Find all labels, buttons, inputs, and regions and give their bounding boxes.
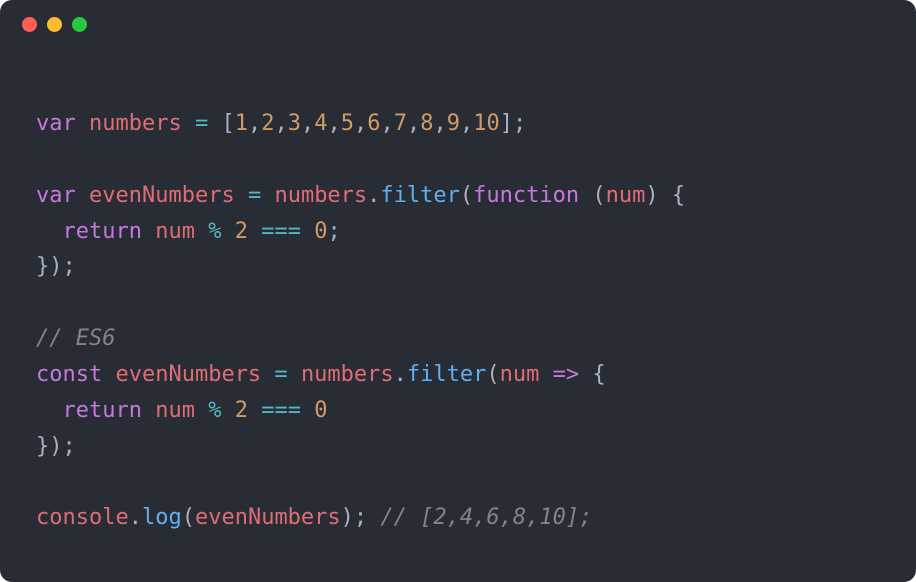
identifier-numbers: numbers xyxy=(274,183,367,208)
identifier-numbers: numbers xyxy=(89,111,182,136)
brace-open: { xyxy=(592,362,605,387)
number-literal: 4 xyxy=(314,111,327,136)
comma: , xyxy=(327,111,340,136)
close-icon[interactable] xyxy=(22,17,37,32)
method-filter: filter xyxy=(380,183,459,208)
comma: , xyxy=(248,111,261,136)
operator-mod: % xyxy=(195,219,235,244)
comment-es6: // ES6 xyxy=(36,326,115,351)
operator-assign: = xyxy=(261,362,301,387)
code-content: var numbers = [1,2,3,4,5,6,7,8,9,10]; va… xyxy=(0,48,916,582)
number-literal: 3 xyxy=(288,111,301,136)
number-literal: 1 xyxy=(235,111,248,136)
keyword-return: return xyxy=(36,219,142,244)
comma: , xyxy=(460,111,473,136)
dot: . xyxy=(367,183,380,208)
keyword-const: const xyxy=(36,362,102,387)
number-literal: 5 xyxy=(341,111,354,136)
operator-mod: % xyxy=(195,398,235,423)
number-literal: 6 xyxy=(367,111,380,136)
identifier-evennumbers: evenNumbers xyxy=(89,183,235,208)
window-titlebar xyxy=(0,0,916,48)
paren-open: ( xyxy=(460,183,473,208)
identifier-console: console xyxy=(36,505,129,530)
identifier-num: num xyxy=(155,219,195,244)
identifier-evennumbers: evenNumbers xyxy=(115,362,261,387)
operator-assign: = xyxy=(182,111,222,136)
comma: , xyxy=(433,111,446,136)
paren-close-semi: ); xyxy=(341,505,381,530)
dot: . xyxy=(394,362,407,387)
paren-open: ( xyxy=(486,362,499,387)
identifier-evennumbers: evenNumbers xyxy=(195,505,341,530)
arrow-operator: => xyxy=(539,362,592,387)
number-literal: 2 xyxy=(235,398,248,423)
bracket-close: ]; xyxy=(500,111,527,136)
comma: , xyxy=(301,111,314,136)
method-filter: filter xyxy=(407,362,486,387)
operator-eqeqeq: === xyxy=(248,398,314,423)
code-editor-window: var numbers = [1,2,3,4,5,6,7,8,9,10]; va… xyxy=(0,0,916,582)
paren-open: ( xyxy=(182,505,195,530)
number-literal: 0 xyxy=(314,219,327,244)
number-literal: 7 xyxy=(394,111,407,136)
number-literal: 0 xyxy=(314,398,327,423)
comment-output: // [2,4,6,8,10]; xyxy=(380,505,592,530)
param-num: num xyxy=(500,362,540,387)
number-literal: 2 xyxy=(235,219,248,244)
method-log: log xyxy=(142,505,182,530)
keyword-function: function xyxy=(473,183,579,208)
number-literal: 10 xyxy=(473,111,500,136)
brace-paren-close: }); xyxy=(36,254,76,279)
brace-paren-close: }); xyxy=(36,434,76,459)
number-literal: 9 xyxy=(447,111,460,136)
comma: , xyxy=(274,111,287,136)
dot: . xyxy=(129,505,142,530)
comma: , xyxy=(380,111,393,136)
operator-eqeqeq: === xyxy=(248,219,314,244)
maximize-icon[interactable] xyxy=(72,17,87,32)
paren-brace: ) { xyxy=(645,183,685,208)
keyword-var: var xyxy=(36,183,76,208)
bracket-open: [ xyxy=(221,111,234,136)
keyword-return: return xyxy=(36,398,142,423)
identifier-numbers: numbers xyxy=(301,362,394,387)
minimize-icon[interactable] xyxy=(47,17,62,32)
semicolon: ; xyxy=(327,219,340,244)
number-literal: 8 xyxy=(420,111,433,136)
param-num: num xyxy=(606,183,646,208)
comma: , xyxy=(407,111,420,136)
operator-assign: = xyxy=(235,183,275,208)
comma: , xyxy=(354,111,367,136)
number-literal: 2 xyxy=(261,111,274,136)
paren-open: ( xyxy=(579,183,606,208)
keyword-var: var xyxy=(36,111,76,136)
identifier-num: num xyxy=(155,398,195,423)
